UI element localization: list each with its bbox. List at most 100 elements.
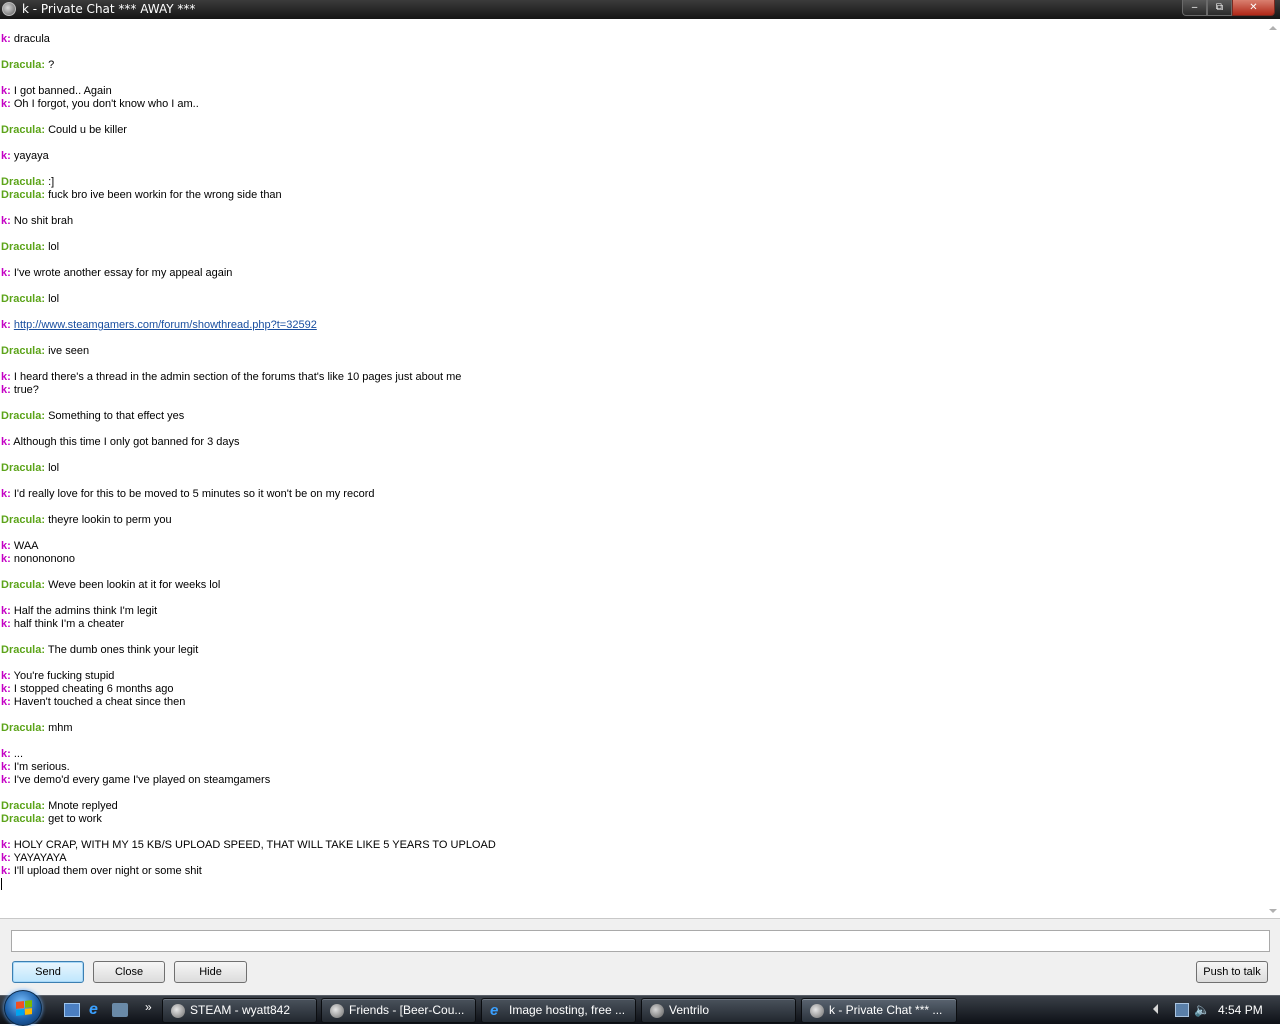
taskbar-item-ventrilo[interactable]: Ventrilo (641, 998, 796, 1023)
chat-message: k: You're fucking stupid (1, 670, 1266, 683)
clock[interactable]: 4:54 PM (1218, 996, 1263, 1025)
message-text: I've wrote another essay for my appeal a… (13, 267, 233, 279)
message-speaker: Dracula: (1, 644, 46, 656)
chat-message: k: HOLY CRAP, WITH MY 15 KB/S UPLOAD SPE… (1, 839, 1266, 852)
message-text: mhm (48, 722, 73, 734)
chat-message: Dracula: lol (1, 293, 1266, 306)
chat-message: Dracula: Weve been lookin at it for week… (1, 579, 1266, 592)
quicklaunch-app-icon[interactable] (112, 1003, 128, 1017)
show-hidden-icons-icon[interactable] (1153, 1004, 1158, 1014)
message-text: lol (48, 462, 60, 474)
chat-message: Dracula: Something to that effect yes (1, 410, 1266, 423)
taskbar-item-friends[interactable]: Friends - [Beer-Cou... (321, 998, 476, 1023)
message-speaker: k: (1, 540, 11, 552)
message-speaker: Dracula: (1, 722, 46, 734)
message-text: lol (48, 241, 60, 253)
start-button[interactable] (4, 990, 42, 1026)
hide-button[interactable]: Hide (174, 961, 247, 983)
message-text: Haven't touched a cheat since then (13, 696, 186, 708)
chat-scrollbar[interactable] (1266, 19, 1280, 918)
scroll-up-icon[interactable] (1269, 26, 1277, 30)
taskbar-item-image-hosting[interactable]: e Image hosting, free ... (481, 998, 636, 1023)
title-bar[interactable]: k - Private Chat *** AWAY *** ‒ ⧉ ✕ (0, 0, 1280, 19)
taskbar-item-private-chat[interactable]: k - Private Chat *** ... (801, 998, 957, 1023)
message-text: ... (13, 748, 24, 760)
message-speaker: Dracula: (1, 124, 46, 136)
chat-message: Dracula: The dumb ones think your legit (1, 644, 1266, 657)
steam-icon (810, 1004, 824, 1018)
chat-message: k: true? (1, 384, 1266, 397)
message-text: I heard there's a thread in the admin se… (13, 371, 462, 383)
message-speaker: Dracula: (1, 800, 46, 812)
message-speaker: Dracula: (1, 59, 46, 71)
send-button[interactable]: Send (12, 961, 84, 983)
chat-message: Dracula: get to work (1, 813, 1266, 826)
message-speaker: k: (1, 605, 11, 617)
steam-icon (171, 1004, 185, 1018)
message-text: half think I'm a cheater (13, 618, 125, 630)
chat-message: Dracula: lol (1, 462, 1266, 475)
minimize-button[interactable]: ‒ (1182, 0, 1207, 16)
close-button[interactable]: Close (93, 961, 165, 983)
message-text: I've demo'd every game I've played on st… (13, 774, 271, 786)
message-text: WAA (13, 540, 39, 552)
chat-message: k: YAYAYAYA (1, 852, 1266, 865)
taskbar-item-steam[interactable]: STEAM - wyatt842 (162, 998, 317, 1023)
chat-message: Dracula: fuck bro ive been workin for th… (1, 189, 1266, 202)
chat-message: Dracula: mhm (1, 722, 1266, 735)
message-speaker: k: (1, 865, 11, 877)
scroll-down-icon[interactable] (1269, 909, 1277, 913)
message-text: You're fucking stupid (13, 670, 115, 682)
message-speaker: k: (1, 267, 11, 279)
message-text: I'll upload them over night or some shit (13, 865, 202, 877)
message-speaker: k: (1, 488, 11, 500)
message-speaker: Dracula: (1, 813, 46, 825)
message-text: I stopped cheating 6 months ago (13, 683, 174, 695)
message-text: fuck bro ive been workin for the wrong s… (48, 189, 282, 201)
message-speaker: k: (1, 98, 11, 110)
network-icon[interactable] (1175, 1003, 1189, 1017)
show-desktop-icon[interactable] (64, 1003, 80, 1017)
message-text: ive seen (48, 345, 90, 357)
message-link[interactable]: http://www.steamgamers.com/forum/showthr… (14, 319, 317, 331)
maximize-button[interactable]: ⧉ (1207, 0, 1232, 16)
message-text: Weve been lookin at it for weeks lol (48, 579, 221, 591)
volume-icon[interactable]: 🔈 (1194, 1002, 1210, 1018)
chat-message: Dracula: ive seen (1, 345, 1266, 358)
message-speaker: k: (1, 384, 11, 396)
chat-message: Dracula: :] (1, 176, 1266, 189)
chat-message: k: nonononono (1, 553, 1266, 566)
message-speaker: k: (1, 150, 11, 162)
steam-app-icon[interactable] (2, 2, 16, 16)
internet-explorer-icon[interactable]: e (89, 1002, 105, 1018)
message-speaker: k: (1, 852, 11, 864)
ie-icon: e (490, 1002, 499, 1019)
taskbar-item-label: Ventrilo (669, 1003, 710, 1017)
message-input[interactable] (11, 930, 1270, 952)
chat-message: k: Oh I forgot, you don't know who I am.… (1, 98, 1266, 111)
chat-message: k: I'm serious. (1, 761, 1266, 774)
push-to-talk-button[interactable]: Push to talk (1196, 961, 1268, 983)
taskbar: e » STEAM - wyatt842 Friends - [Beer-Cou… (0, 990, 1280, 1026)
taskbar-item-label: STEAM - wyatt842 (190, 1003, 291, 1017)
close-window-button[interactable]: ✕ (1232, 0, 1275, 16)
message-text: I'd really love for this to be moved to … (13, 488, 375, 500)
message-text: The dumb ones think your legit (47, 644, 199, 656)
quicklaunch-more-icon[interactable]: » (145, 1000, 161, 1014)
taskbar-item-label: Image hosting, free ... (509, 1003, 626, 1017)
message-text: nonononono (13, 553, 76, 565)
message-text: true? (13, 384, 39, 396)
chat-log[interactable]: k: dracula Dracula: ? k: I got banned.. Ag… (0, 19, 1266, 918)
message-speaker: k: (1, 553, 11, 565)
